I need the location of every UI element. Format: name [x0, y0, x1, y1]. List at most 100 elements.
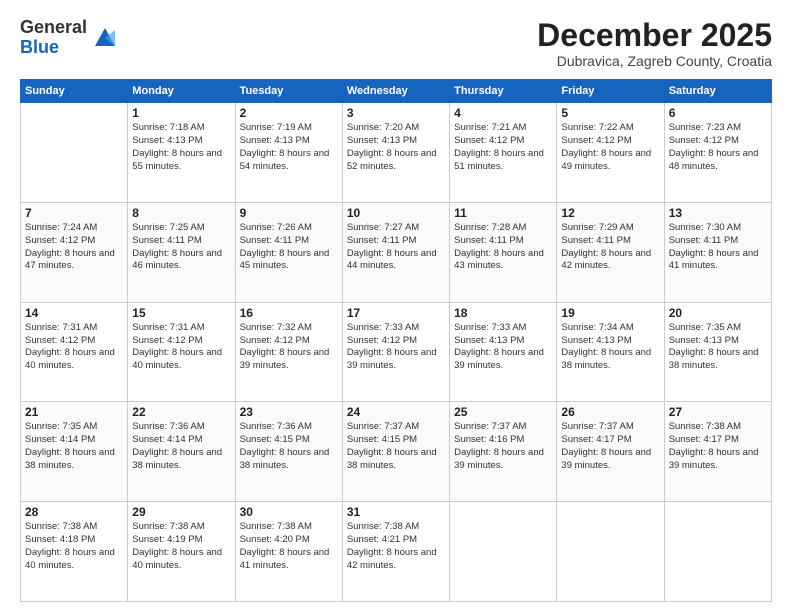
calendar-cell: 19 Sunrise: 7:34 AM Sunset: 4:13 PM Dayli…: [557, 302, 664, 402]
calendar-cell: 5 Sunrise: 7:22 AM Sunset: 4:12 PM Daylig…: [557, 103, 664, 203]
day-number: 20: [669, 306, 767, 320]
calendar-header-wednesday: Wednesday: [342, 80, 449, 103]
day-detail: Sunrise: 7:19 AM Sunset: 4:13 PM Dayligh…: [240, 122, 338, 173]
cell-content: 6Sunrise: 7:23 AM Sunset: 4:12 PM Daylig…: [669, 106, 767, 173]
day-detail: Sunrise: 7:31 AM Sunset: 4:12 PM Dayligh…: [25, 322, 123, 373]
day-number: 6: [669, 106, 767, 120]
day-detail: Sunrise: 7:38 AM Sunset: 4:18 PM Dayligh…: [25, 521, 123, 572]
day-detail: Sunrise: 7:22 AM Sunset: 4:12 PM Dayligh…: [561, 122, 659, 173]
logo-icon: [91, 24, 119, 52]
day-detail: Sunrise: 7:33 AM Sunset: 4:13 PM Dayligh…: [454, 322, 552, 373]
calendar-cell: [664, 502, 771, 602]
day-detail: Sunrise: 7:32 AM Sunset: 4:12 PM Dayligh…: [240, 322, 338, 373]
day-number: 21: [25, 405, 123, 419]
day-number: 31: [347, 505, 445, 519]
day-detail: Sunrise: 7:33 AM Sunset: 4:12 PM Dayligh…: [347, 322, 445, 373]
day-number: 9: [240, 206, 338, 220]
calendar-cell: 23 Sunrise: 7:36 AM Sunset: 4:15 PM Dayli…: [235, 402, 342, 502]
cell-content: 16 Sunrise: 7:32 AM Sunset: 4:12 PM Dayli…: [240, 306, 338, 373]
logo-text: General Blue: [20, 18, 87, 58]
calendar-cell: 10 Sunrise: 7:27 AM Sunset: 4:11 PM Dayli…: [342, 202, 449, 302]
day-detail: Sunrise: 7:18 AM Sunset: 4:13 PM Dayligh…: [132, 122, 230, 173]
cell-content: 8Sunrise: 7:25 AM Sunset: 4:11 PM Daylig…: [132, 206, 230, 273]
calendar-cell: [557, 502, 664, 602]
day-number: 15: [132, 306, 230, 320]
calendar-cell: 26 Sunrise: 7:37 AM Sunset: 4:17 PM Dayli…: [557, 402, 664, 502]
day-detail: Sunrise: 7:35 AM Sunset: 4:14 PM Dayligh…: [25, 421, 123, 472]
day-number: 12: [561, 206, 659, 220]
cell-content: 1 Sunrise: 7:18 AM Sunset: 4:13 PM Daylig…: [132, 106, 230, 173]
cell-content: 3 Sunrise: 7:20 AM Sunset: 4:13 PM Daylig…: [347, 106, 445, 173]
cell-content: 2 Sunrise: 7:19 AM Sunset: 4:13 PM Daylig…: [240, 106, 338, 173]
calendar-cell: 28 Sunrise: 7:38 AM Sunset: 4:18 PM Dayli…: [21, 502, 128, 602]
day-detail: Sunrise: 7:20 AM Sunset: 4:13 PM Dayligh…: [347, 122, 445, 173]
cell-content: 25Sunrise: 7:37 AM Sunset: 4:16 PM Dayli…: [454, 405, 552, 472]
calendar-cell: [450, 502, 557, 602]
cell-content: 7Sunrise: 7:24 AM Sunset: 4:12 PM Daylig…: [25, 206, 123, 273]
calendar-cell: 29 Sunrise: 7:38 AM Sunset: 4:19 PM Dayli…: [128, 502, 235, 602]
calendar-cell: 1 Sunrise: 7:18 AM Sunset: 4:13 PM Daylig…: [128, 103, 235, 203]
day-detail: Sunrise: 7:35 AM Sunset: 4:13 PM Dayligh…: [669, 322, 767, 373]
day-number: 29: [132, 505, 230, 519]
cell-content: 28 Sunrise: 7:38 AM Sunset: 4:18 PM Dayli…: [25, 505, 123, 572]
calendar-cell: 6Sunrise: 7:23 AM Sunset: 4:12 PM Daylig…: [664, 103, 771, 203]
day-number: 26: [561, 405, 659, 419]
day-detail: Sunrise: 7:38 AM Sunset: 4:21 PM Dayligh…: [347, 521, 445, 572]
day-number: 13: [669, 206, 767, 220]
cell-content: 15Sunrise: 7:31 AM Sunset: 4:12 PM Dayli…: [132, 306, 230, 373]
month-title: December 2025: [537, 18, 772, 53]
day-number: 25: [454, 405, 552, 419]
calendar-week-2: 7Sunrise: 7:24 AM Sunset: 4:12 PM Daylig…: [21, 202, 772, 302]
day-number: 28: [25, 505, 123, 519]
day-detail: Sunrise: 7:21 AM Sunset: 4:12 PM Dayligh…: [454, 122, 552, 173]
calendar-cell: 11Sunrise: 7:28 AM Sunset: 4:11 PM Dayli…: [450, 202, 557, 302]
calendar-cell: 25Sunrise: 7:37 AM Sunset: 4:16 PM Dayli…: [450, 402, 557, 502]
calendar-header-thursday: Thursday: [450, 80, 557, 103]
day-detail: Sunrise: 7:34 AM Sunset: 4:13 PM Dayligh…: [561, 322, 659, 373]
day-detail: Sunrise: 7:26 AM Sunset: 4:11 PM Dayligh…: [240, 222, 338, 273]
calendar-header-friday: Friday: [557, 80, 664, 103]
cell-content: 21 Sunrise: 7:35 AM Sunset: 4:14 PM Dayli…: [25, 405, 123, 472]
calendar-cell: 27Sunrise: 7:38 AM Sunset: 4:17 PM Dayli…: [664, 402, 771, 502]
calendar-week-4: 21 Sunrise: 7:35 AM Sunset: 4:14 PM Dayli…: [21, 402, 772, 502]
calendar-cell: 15Sunrise: 7:31 AM Sunset: 4:12 PM Dayli…: [128, 302, 235, 402]
day-number: 30: [240, 505, 338, 519]
title-section: December 2025 Dubravica, Zagreb County, …: [537, 18, 772, 69]
day-number: 19: [561, 306, 659, 320]
calendar-week-5: 28 Sunrise: 7:38 AM Sunset: 4:18 PM Dayli…: [21, 502, 772, 602]
cell-content: 24Sunrise: 7:37 AM Sunset: 4:15 PM Dayli…: [347, 405, 445, 472]
day-detail: Sunrise: 7:29 AM Sunset: 4:11 PM Dayligh…: [561, 222, 659, 273]
day-number: 18: [454, 306, 552, 320]
day-detail: Sunrise: 7:36 AM Sunset: 4:15 PM Dayligh…: [240, 421, 338, 472]
day-detail: Sunrise: 7:27 AM Sunset: 4:11 PM Dayligh…: [347, 222, 445, 273]
day-number: 1: [132, 106, 230, 120]
day-detail: Sunrise: 7:24 AM Sunset: 4:12 PM Dayligh…: [25, 222, 123, 273]
calendar-week-1: 1 Sunrise: 7:18 AM Sunset: 4:13 PM Daylig…: [21, 103, 772, 203]
cell-content: 19 Sunrise: 7:34 AM Sunset: 4:13 PM Dayli…: [561, 306, 659, 373]
cell-content: 10 Sunrise: 7:27 AM Sunset: 4:11 PM Dayli…: [347, 206, 445, 273]
day-detail: Sunrise: 7:37 AM Sunset: 4:17 PM Dayligh…: [561, 421, 659, 472]
calendar-cell: 14Sunrise: 7:31 AM Sunset: 4:12 PM Dayli…: [21, 302, 128, 402]
day-detail: Sunrise: 7:38 AM Sunset: 4:19 PM Dayligh…: [132, 521, 230, 572]
calendar-cell: 4 Sunrise: 7:21 AM Sunset: 4:12 PM Daylig…: [450, 103, 557, 203]
day-number: 5: [561, 106, 659, 120]
cell-content: 20 Sunrise: 7:35 AM Sunset: 4:13 PM Dayli…: [669, 306, 767, 373]
calendar-header-saturday: Saturday: [664, 80, 771, 103]
day-number: 2: [240, 106, 338, 120]
day-detail: Sunrise: 7:28 AM Sunset: 4:11 PM Dayligh…: [454, 222, 552, 273]
calendar-cell: 24Sunrise: 7:37 AM Sunset: 4:15 PM Dayli…: [342, 402, 449, 502]
cell-content: 5 Sunrise: 7:22 AM Sunset: 4:12 PM Daylig…: [561, 106, 659, 173]
calendar-cell: 21 Sunrise: 7:35 AM Sunset: 4:14 PM Dayli…: [21, 402, 128, 502]
cell-content: 29 Sunrise: 7:38 AM Sunset: 4:19 PM Dayli…: [132, 505, 230, 572]
day-number: 10: [347, 206, 445, 220]
calendar-cell: 2 Sunrise: 7:19 AM Sunset: 4:13 PM Daylig…: [235, 103, 342, 203]
day-number: 23: [240, 405, 338, 419]
day-number: 3: [347, 106, 445, 120]
cell-content: 4 Sunrise: 7:21 AM Sunset: 4:12 PM Daylig…: [454, 106, 552, 173]
cell-content: 31 Sunrise: 7:38 AM Sunset: 4:21 PM Dayli…: [347, 505, 445, 572]
day-number: 4: [454, 106, 552, 120]
calendar-header-tuesday: Tuesday: [235, 80, 342, 103]
day-detail: Sunrise: 7:38 AM Sunset: 4:17 PM Dayligh…: [669, 421, 767, 472]
cell-content: 27Sunrise: 7:38 AM Sunset: 4:17 PM Dayli…: [669, 405, 767, 472]
day-number: 16: [240, 306, 338, 320]
